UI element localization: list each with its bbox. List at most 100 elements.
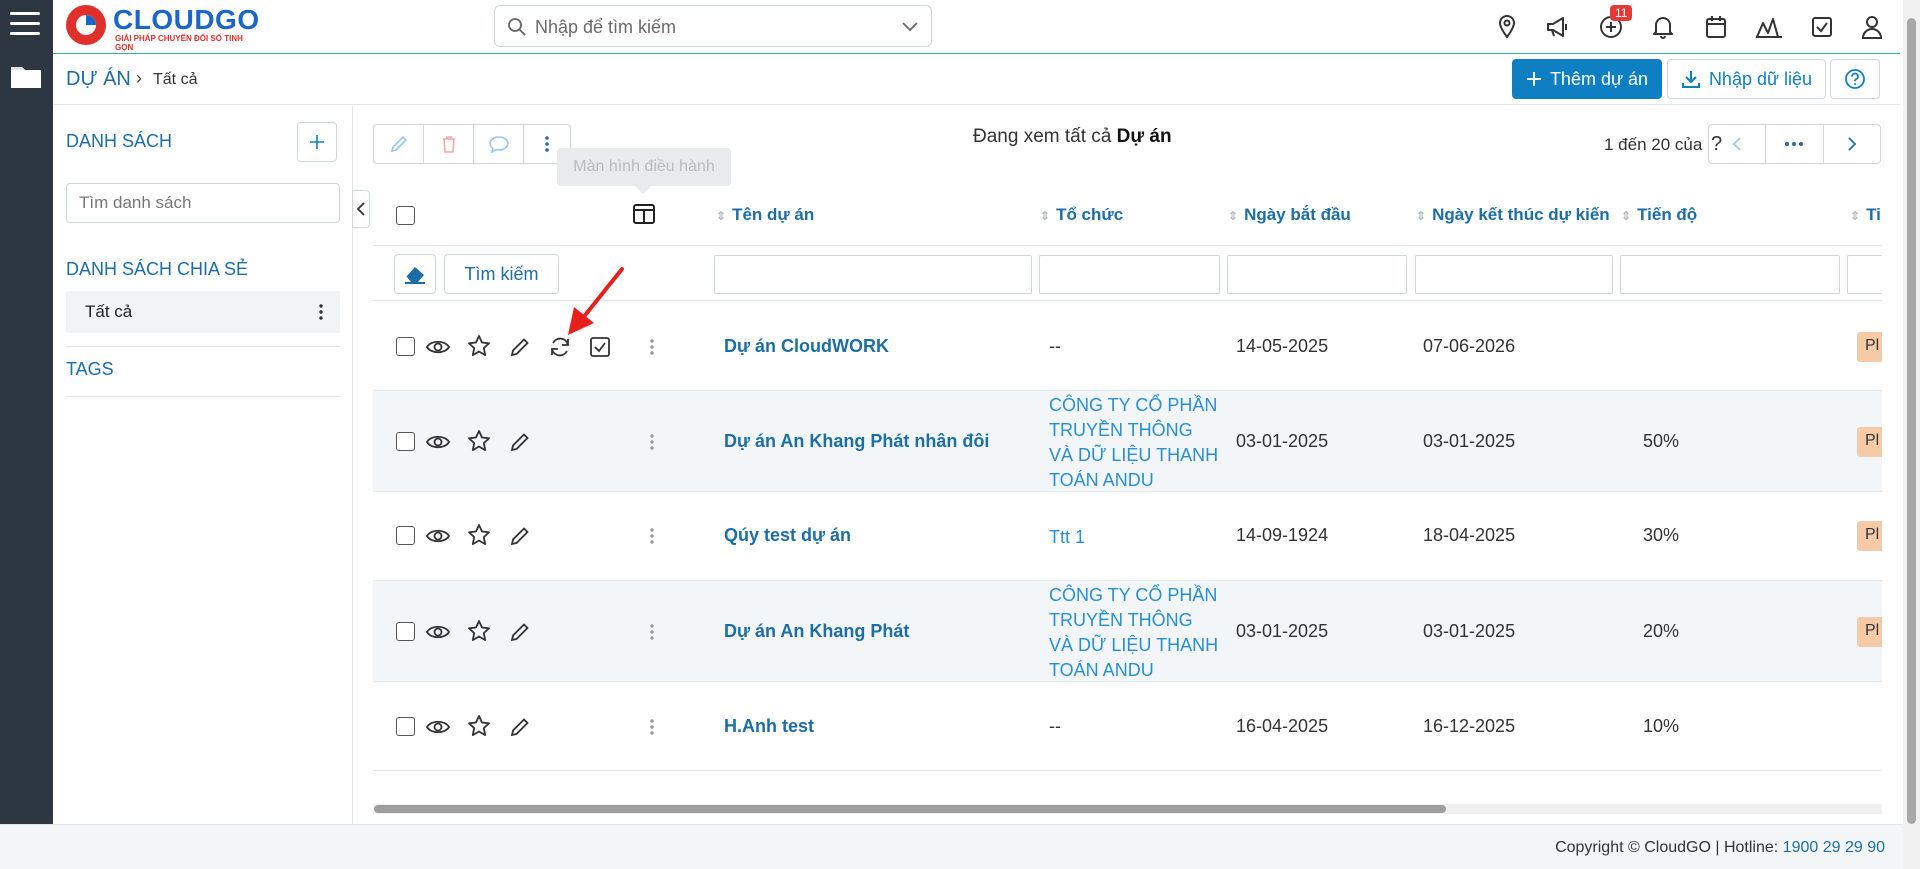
- horizontal-scrollbar[interactable]: [373, 804, 1882, 814]
- project-start: 03-01-2025: [1236, 431, 1329, 451]
- footer-text: Copyright © CloudGO | Hotline: 1900 29 2…: [1555, 839, 1885, 857]
- kebab-icon: [545, 136, 549, 152]
- megaphone-icon[interactable]: [1545, 15, 1571, 39]
- scroll-thumb[interactable]: [374, 805, 1446, 813]
- pencil-icon[interactable]: [508, 524, 532, 548]
- filter-name-input[interactable]: [714, 255, 1032, 294]
- kebab-icon[interactable]: [649, 527, 655, 545]
- project-name[interactable]: Qúy test dự án: [724, 525, 851, 546]
- filter-search-button[interactable]: Tìm kiếm: [444, 254, 559, 294]
- row-checkbox[interactable]: [396, 526, 415, 545]
- folder-icon[interactable]: [10, 62, 42, 90]
- row-checkbox[interactable]: [396, 622, 415, 641]
- kebab-icon[interactable]: [649, 433, 655, 451]
- project-org[interactable]: CÔNG TY CỔ PHẦN TRUYỀN THÔNG VÀ DỮ LIỆU …: [1049, 583, 1219, 683]
- filter-status-input[interactable]: [1847, 255, 1882, 294]
- chevron-left-icon: [356, 202, 365, 216]
- delete-button[interactable]: [424, 125, 474, 163]
- shared-list-title: DANH SÁCH CHIA SẺ: [66, 259, 249, 279]
- project-name[interactable]: Dự án CloudWORK: [724, 336, 889, 357]
- project-name[interactable]: Dự án An Khang Phát: [724, 621, 909, 642]
- kebab-icon[interactable]: [649, 718, 655, 736]
- sidebar-item-all[interactable]: Tất cả: [66, 291, 340, 333]
- filter-progress-input[interactable]: [1620, 255, 1840, 294]
- pencil-icon[interactable]: [508, 430, 532, 454]
- row-checkbox[interactable]: [396, 432, 415, 451]
- kebab-icon[interactable]: [318, 303, 324, 321]
- vertical-scrollbar[interactable]: [1903, 0, 1920, 869]
- table-row[interactable]: H.Anh test -- 16-04-2025 16-12-2025 10%: [373, 682, 1882, 771]
- next-page-button[interactable]: [1824, 125, 1880, 163]
- eye-icon[interactable]: [426, 715, 450, 739]
- star-icon[interactable]: [467, 429, 491, 453]
- project-org[interactable]: CÔNG TY CỔ PHẦN TRUYỀN THÔNG VÀ DỮ LIỆU …: [1049, 393, 1219, 493]
- calendar-icon[interactable]: [1705, 15, 1727, 39]
- filter-start-input[interactable]: [1227, 255, 1407, 294]
- clear-filter-button[interactable]: [394, 254, 436, 294]
- pencil-icon[interactable]: [508, 335, 532, 359]
- search-input[interactable]: [535, 14, 895, 40]
- star-icon[interactable]: [467, 334, 491, 358]
- columns-icon[interactable]: [633, 204, 655, 224]
- page-more-button[interactable]: [1766, 125, 1824, 163]
- star-icon[interactable]: [467, 523, 491, 547]
- select-all-checkbox[interactable]: [396, 206, 415, 225]
- logo[interactable]: CLOUDGO GIẢI PHÁP CHUYỂN ĐỔI SỐ TINH GỌN: [63, 2, 263, 52]
- column-header-end[interactable]: ⇕ Ngày kết thúc dự kiến: [1416, 205, 1610, 225]
- list-search-input[interactable]: [66, 183, 340, 223]
- edit-button[interactable]: [374, 125, 424, 163]
- chevron-down-icon[interactable]: [901, 19, 919, 33]
- menu-icon[interactable]: [10, 12, 40, 38]
- filter-end-input[interactable]: [1415, 255, 1613, 294]
- eye-icon[interactable]: [426, 620, 450, 644]
- global-search[interactable]: [494, 5, 932, 47]
- row-checkbox[interactable]: [396, 717, 415, 736]
- column-label: Tên dự án: [732, 205, 815, 224]
- table-row[interactable]: Dự án An Khang Phát nhân đôi CÔNG TY CỔ …: [373, 391, 1882, 492]
- import-data-label: Nhập dữ liệu: [1708, 68, 1813, 89]
- row-checkbox[interactable]: [396, 337, 415, 356]
- location-icon[interactable]: [1495, 14, 1519, 40]
- sort-icon: ⇕: [1228, 209, 1239, 223]
- project-name[interactable]: H.Anh test: [724, 716, 814, 737]
- checkbox-icon[interactable]: [1810, 15, 1834, 39]
- help-button[interactable]: [1830, 59, 1880, 99]
- hotline[interactable]: 1900 29 29 90: [1783, 839, 1885, 856]
- logo-tagline: GIẢI PHÁP CHUYỂN ĐỔI SỐ TINH GỌN: [115, 34, 243, 52]
- pencil-icon[interactable]: [508, 715, 532, 739]
- table-row[interactable]: Qúy test dự án Ttt 1 14-09-1924 18-04-20…: [373, 492, 1882, 581]
- scroll-thumb[interactable]: [1907, 18, 1916, 824]
- star-icon[interactable]: [467, 714, 491, 738]
- column-header-status[interactable]: ⇕ Ti: [1850, 205, 1881, 225]
- eye-icon[interactable]: [426, 524, 450, 548]
- chart-icon[interactable]: [1755, 15, 1783, 39]
- column-header-progress[interactable]: ⇕ Tiến độ: [1621, 205, 1697, 225]
- import-data-button[interactable]: Nhập dữ liệu: [1667, 59, 1826, 99]
- comment-button[interactable]: [474, 125, 524, 163]
- bell-icon[interactable]: [1651, 14, 1675, 40]
- filter-org-input[interactable]: [1039, 255, 1220, 294]
- user-icon[interactable]: [1860, 14, 1884, 40]
- project-org: --: [1049, 336, 1061, 356]
- project-end: 07-06-2026: [1423, 336, 1516, 356]
- column-header-start[interactable]: ⇕ Ngày bắt đầu: [1228, 205, 1351, 225]
- column-header-name[interactable]: ⇕ Tên dự án: [716, 205, 814, 225]
- breadcrumb-module[interactable]: DỰ ÁN: [66, 68, 131, 91]
- column-label: Tiến độ: [1637, 205, 1698, 224]
- prev-page-button[interactable]: [1709, 125, 1767, 163]
- star-icon[interactable]: [467, 619, 491, 643]
- pagination: [1708, 124, 1881, 164]
- sort-icon: ⇕: [1621, 209, 1632, 223]
- column-header-org[interactable]: ⇕ Tổ chức: [1040, 205, 1123, 225]
- kebab-icon[interactable]: [649, 338, 655, 356]
- add-list-button[interactable]: [297, 122, 337, 162]
- project-org[interactable]: Ttt 1: [1049, 525, 1219, 550]
- table-row[interactable]: Dự án An Khang Phát CÔNG TY CỔ PHẦN TRUY…: [373, 581, 1882, 682]
- add-project-button[interactable]: Thêm dự án: [1512, 59, 1662, 99]
- kebab-icon[interactable]: [649, 623, 655, 641]
- collapse-sidebar-button[interactable]: [352, 190, 370, 228]
- pencil-icon[interactable]: [508, 620, 532, 644]
- eye-icon[interactable]: [426, 430, 450, 454]
- project-name[interactable]: Dự án An Khang Phát nhân đôi: [724, 431, 989, 452]
- eye-icon[interactable]: [426, 335, 450, 359]
